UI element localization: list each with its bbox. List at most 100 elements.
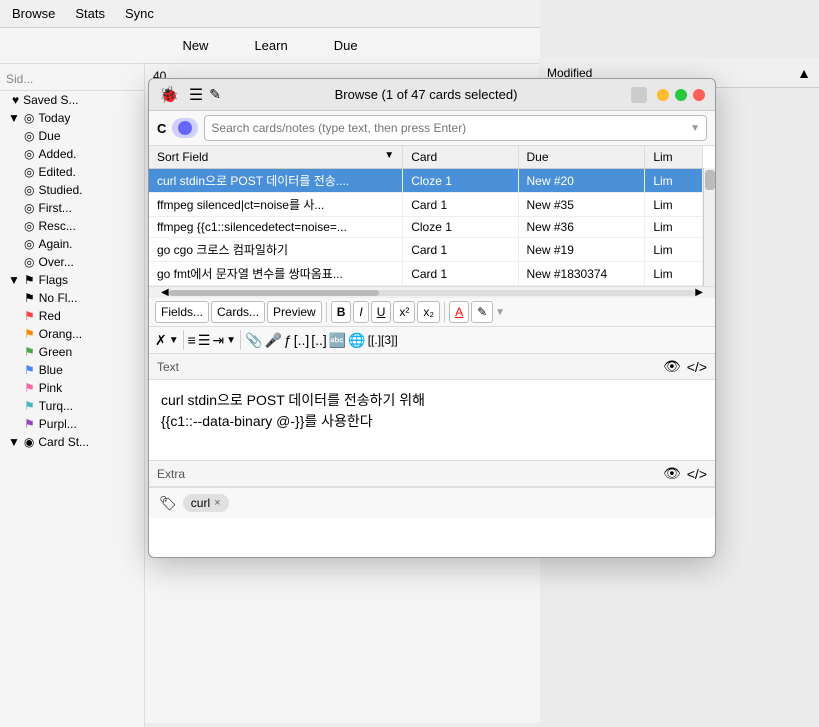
sidebar-item-over[interactable]: ◎ Over... <box>0 253 144 271</box>
preview-button[interactable]: Preview <box>267 301 322 323</box>
sidebar-flag-orange[interactable]: ⚑ Orang... <box>0 325 144 343</box>
no-flag-icon: ⚑ <box>24 291 35 305</box>
sidebar-item-studied[interactable]: ◎ Studied. <box>0 181 144 199</box>
search-box[interactable]: ▼ <box>204 115 707 141</box>
sidebar-item-again[interactable]: ◎ Again. <box>0 235 144 253</box>
search-dropdown-icon[interactable]: ▼ <box>690 123 700 134</box>
sidebar-item-resc[interactable]: ◎ Resc... <box>0 217 144 235</box>
sidebar-flag-blue[interactable]: ⚑ Blue <box>0 361 144 379</box>
font-color-button[interactable]: A <box>449 301 469 323</box>
function-icon[interactable]: ƒ <box>284 332 292 348</box>
sidebar-item-added[interactable]: ◎ Added. <box>0 145 144 163</box>
sidebar-item-saved-searches[interactable]: ♥ Saved S... <box>0 91 144 109</box>
code-icon[interactable]: </> <box>687 359 707 375</box>
underline-button[interactable]: U <box>371 301 392 323</box>
table-row[interactable]: go fmt에서 문자열 변수를 쌍따옴표...Card 1New #18303… <box>149 262 703 286</box>
menu-sync[interactable]: Sync <box>125 6 154 21</box>
col-sort-field[interactable]: Sort Field ▼ <box>149 146 403 169</box>
col-card[interactable]: Card <box>403 146 518 169</box>
eye-icon[interactable]: 👁 <box>663 358 681 375</box>
microphone-icon[interactable]: 🎤 <box>264 332 281 349</box>
table-row[interactable]: go cgo 크로스 컴파일하기Card 1New #19Lim <box>149 238 703 262</box>
scroll-right-icon[interactable]: ▶ <box>695 287 703 298</box>
clock-icon-edited: ◎ <box>24 165 34 179</box>
sidebar-flag-purple[interactable]: ⚑ Purpl... <box>0 415 144 433</box>
triangle-flags-icon: ▼ <box>8 273 20 287</box>
latex-icon[interactable]: [..] <box>294 332 310 348</box>
unordered-list-icon[interactable]: ≡ <box>188 332 196 348</box>
sidebar-card-state[interactable]: ▼ ◉ Card St... <box>0 433 144 451</box>
sidebar-flag-turq[interactable]: ⚑ Turq... <box>0 397 144 415</box>
highlight-button[interactable]: ✎ <box>471 301 493 323</box>
col-due[interactable]: Due <box>518 146 645 169</box>
ordered-list-icon[interactable]: ☰ <box>198 332 211 349</box>
learn-button[interactable]: Learn <box>246 36 295 55</box>
bracket-icon[interactable]: [[.][3]] <box>368 333 398 347</box>
collapse-button[interactable] <box>631 87 647 103</box>
text-field-header: Text 👁 </> <box>149 354 715 380</box>
cell-due: New #20 <box>518 169 645 193</box>
search-input[interactable] <box>211 121 690 135</box>
sidebar-flag-none[interactable]: ⚑ No Fl... <box>0 289 144 307</box>
menu-browse[interactable]: Browse <box>12 6 55 21</box>
bold-button[interactable]: B <box>331 301 352 323</box>
sidebar-item-first[interactable]: ◎ First... <box>0 199 144 217</box>
tag-icon: 🏷 <box>159 495 177 512</box>
sidebar-flags-header[interactable]: ▼ ⚑ Flags <box>0 271 144 289</box>
more-format-icon[interactable]: ▼ <box>495 307 505 318</box>
dialog-title-bar: 🐞 ☰ ✎ Browse (1 of 47 cards selected) <box>149 79 715 111</box>
cell-due: New #1830374 <box>518 262 645 286</box>
italic-button[interactable]: I <box>353 301 368 323</box>
sidebar-item-edited[interactable]: ◎ Edited. <box>0 163 144 181</box>
table-row[interactable]: ffmpeg silenced|ct=noise를 사...Card 1New … <box>149 193 703 217</box>
new-button[interactable]: New <box>174 36 216 55</box>
cell-due: New #19 <box>518 238 645 262</box>
col-lim[interactable]: Lim <box>645 146 703 169</box>
cards-button[interactable]: Cards... <box>211 301 265 323</box>
menu-stats[interactable]: Stats <box>75 6 105 21</box>
clock-icon-again: ◎ <box>24 237 34 251</box>
indent-icon[interactable]: ⇥ <box>212 332 224 349</box>
maximize-button[interactable] <box>675 89 687 101</box>
sidebar-item-due[interactable]: ◎ Due <box>0 127 144 145</box>
edit-icon[interactable]: ✎ <box>209 86 221 103</box>
cardst-icon: ◉ <box>24 435 34 449</box>
sidebar-flag-green[interactable]: ⚑ Green <box>0 343 144 361</box>
table-row[interactable]: ffmpeg {{c1::silencedetect=noise=...Cloz… <box>149 217 703 238</box>
extra-eye-icon[interactable]: 👁 <box>663 465 681 482</box>
cell-card: Cloze 1 <box>403 169 518 193</box>
sidebar-flag-red[interactable]: ⚑ Red <box>0 307 144 325</box>
hscroll-track[interactable] <box>169 290 696 296</box>
text-field-content[interactable]: curl stdin으로 POST 데이터를 전송하기 위해 {{c1::--d… <box>149 380 715 460</box>
main-toolbar: New Learn Due <box>0 28 540 64</box>
indent-dropdown-icon[interactable]: ▼ <box>226 335 236 346</box>
text-field-icons: 👁 </> <box>663 358 707 375</box>
table-scrollbar[interactable] <box>703 168 715 286</box>
sidebar-flag-pink[interactable]: ⚑ Pink <box>0 379 144 397</box>
due-button[interactable]: Due <box>326 36 366 55</box>
toggle-switch[interactable] <box>172 118 198 138</box>
attachment-icon[interactable]: 📎 <box>245 332 262 349</box>
sidebar-item-today[interactable]: ▼ ◎ Today <box>0 109 144 127</box>
erase-dropdown-icon[interactable]: ▼ <box>169 335 179 346</box>
menu-bar: Browse Stats Sync <box>0 0 540 28</box>
close-button[interactable] <box>693 89 705 101</box>
eraser-icon[interactable]: ✗ <box>155 332 167 349</box>
red-flag-icon: ⚑ <box>24 309 35 323</box>
hamburger-icon[interactable]: ☰ <box>189 85 203 105</box>
latex-block-icon[interactable]: [..] <box>311 332 327 348</box>
text-field-line2: {{c1::--data-binary @-}}를 사용한다 <box>161 413 373 429</box>
scroll-left-icon[interactable]: ◀ <box>161 287 169 298</box>
minimize-button[interactable] <box>657 89 669 101</box>
superscript-button[interactable]: x² <box>393 301 415 323</box>
horizontal-scrollbar[interactable]: ◀ ▶ <box>149 286 715 298</box>
fields-button[interactable]: Fields... <box>155 301 209 323</box>
clock-icon-studied: ◎ <box>24 183 34 197</box>
extra-code-icon[interactable]: </> <box>687 466 707 482</box>
special-char-icon2[interactable]: 🌐 <box>348 332 365 349</box>
table-row[interactable]: curl stdin으로 POST 데이터를 전송....Cloze 1New … <box>149 169 703 193</box>
tag-remove-curl[interactable]: × <box>214 497 220 509</box>
scroll-up-icon[interactable]: ▲ <box>797 65 811 81</box>
special-char-icon1[interactable]: 🔤 <box>329 332 346 349</box>
subscript-button[interactable]: x₂ <box>417 301 440 323</box>
